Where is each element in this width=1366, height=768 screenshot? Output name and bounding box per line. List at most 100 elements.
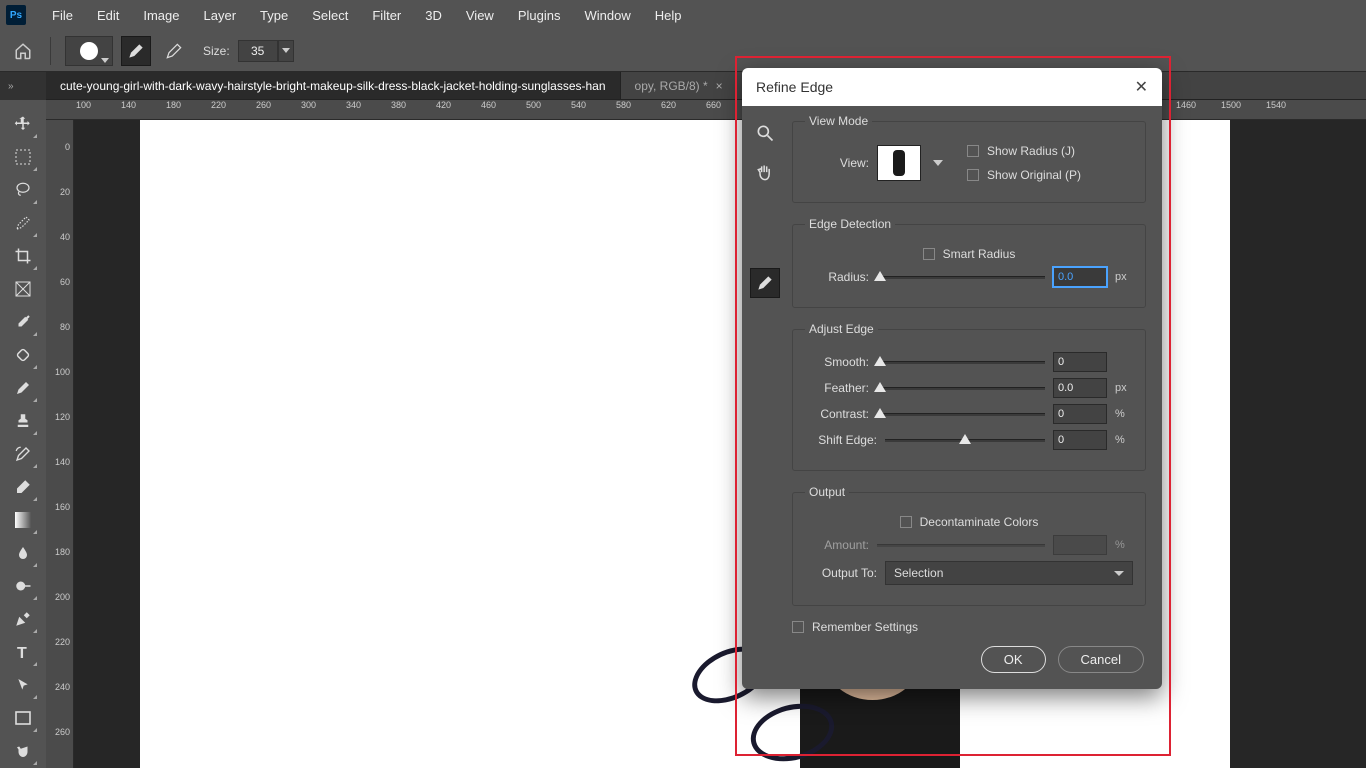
eyedropper-tool-icon[interactable] [7, 306, 39, 338]
edge-detection-group: Edge Detection Smart Radius Radius: px [792, 217, 1146, 308]
view-mode-legend: View Mode [805, 114, 872, 128]
ruler-horizontal[interactable]: 100 140 180 220 260 300 340 380 420 460 … [46, 100, 1366, 120]
tab-suffix: opy, RGB/8) * × [621, 72, 737, 99]
feather-label: Feather: [805, 381, 869, 395]
zoom-tool-icon[interactable] [750, 118, 780, 148]
adjust-edge-legend: Adjust Edge [805, 322, 878, 336]
shift-edge-label: Shift Edge: [805, 433, 877, 447]
menu-select[interactable]: Select [300, 4, 360, 27]
refine-brush-tool-icon[interactable] [750, 268, 780, 298]
remember-settings-label: Remember Settings [812, 620, 918, 634]
refine-add-brush-icon[interactable] [121, 36, 151, 66]
menu-3d[interactable]: 3D [413, 4, 454, 27]
panel-expand-handle[interactable]: » [0, 72, 46, 100]
rectangle-tool-icon[interactable] [7, 702, 39, 734]
lasso-tool-icon[interactable] [7, 174, 39, 206]
eraser-tool-icon[interactable] [7, 471, 39, 503]
tab-title: cute-young-girl-with-dark-wavy-hairstyle… [60, 79, 606, 93]
menu-file[interactable]: File [40, 4, 85, 27]
move-tool-icon[interactable] [7, 108, 39, 140]
frame-tool-icon[interactable] [7, 273, 39, 305]
menu-filter[interactable]: Filter [360, 4, 413, 27]
amount-slider [877, 537, 1045, 553]
history-brush-tool-icon[interactable] [7, 438, 39, 470]
smooth-input[interactable] [1053, 352, 1107, 372]
menu-view[interactable]: View [454, 4, 506, 27]
hand-tool-icon[interactable] [7, 735, 39, 767]
app-logo: Ps [6, 5, 26, 25]
blur-tool-icon[interactable] [7, 537, 39, 569]
show-original-checkbox[interactable] [967, 169, 979, 181]
feather-unit: px [1115, 382, 1133, 394]
menu-window[interactable]: Window [572, 4, 642, 27]
shift-edge-input[interactable] [1053, 430, 1107, 450]
svg-text:T: T [17, 645, 27, 660]
gradient-tool-icon[interactable] [7, 504, 39, 536]
dialog-toolstrip [742, 106, 788, 689]
radius-label: Radius: [805, 270, 869, 284]
feather-slider[interactable] [877, 380, 1045, 396]
path-select-tool-icon[interactable] [7, 669, 39, 701]
pen-tool-icon[interactable] [7, 603, 39, 635]
cancel-button[interactable]: Cancel [1058, 646, 1144, 673]
dialog-titlebar[interactable]: Refine Edge ✕ [742, 68, 1162, 106]
hand-tool-icon[interactable] [750, 158, 780, 188]
radius-unit: px [1115, 271, 1133, 283]
dialog-title: Refine Edge [756, 79, 833, 95]
adjust-edge-group: Adjust Edge Smooth: Feather: px Contrast… [792, 322, 1146, 471]
view-mode-group: View Mode View: Show Radius (J) Show Ori… [792, 114, 1146, 203]
edge-detection-legend: Edge Detection [805, 217, 895, 231]
output-legend: Output [805, 485, 849, 499]
brush-size-input[interactable] [238, 40, 278, 62]
menu-bar: Ps File Edit Image Layer Type Select Fil… [0, 0, 1366, 30]
close-tab-icon[interactable]: × [716, 79, 723, 93]
show-radius-label: Show Radius (J) [987, 144, 1075, 158]
remember-settings-checkbox[interactable] [792, 621, 804, 633]
dodge-tool-icon[interactable] [7, 570, 39, 602]
smart-radius-checkbox[interactable] [923, 248, 935, 260]
contrast-label: Contrast: [805, 407, 869, 421]
tab-active[interactable]: cute-young-girl-with-dark-wavy-hairstyle… [46, 72, 621, 99]
brush-size-dropdown[interactable] [278, 40, 294, 62]
menu-edit[interactable]: Edit [85, 4, 131, 27]
tool-panel: T [0, 100, 46, 768]
options-bar: Size: [0, 30, 1366, 72]
canvas-area[interactable] [74, 120, 1366, 768]
menu-layer[interactable]: Layer [192, 4, 249, 27]
ruler-vertical[interactable]: 0 20 40 60 80 100 120 140 160 180 200 22… [46, 120, 74, 768]
output-group: Output Decontaminate Colors Amount: % Ou… [792, 485, 1146, 606]
menu-type[interactable]: Type [248, 4, 300, 27]
radius-input[interactable] [1053, 267, 1107, 287]
smooth-label: Smooth: [805, 355, 869, 369]
crop-tool-icon[interactable] [7, 240, 39, 272]
contrast-input[interactable] [1053, 404, 1107, 424]
healing-tool-icon[interactable] [7, 339, 39, 371]
brush-tool-icon[interactable] [7, 372, 39, 404]
type-tool-icon[interactable]: T [7, 636, 39, 668]
close-icon[interactable]: ✕ [1135, 77, 1148, 97]
view-thumbnail[interactable] [877, 145, 921, 181]
home-icon[interactable] [10, 38, 36, 64]
show-radius-checkbox[interactable] [967, 145, 979, 157]
decontaminate-checkbox[interactable] [900, 516, 912, 528]
radius-slider[interactable] [877, 269, 1045, 285]
smooth-slider[interactable] [877, 354, 1045, 370]
brush-preset-picker[interactable] [65, 36, 113, 66]
smart-radius-label: Smart Radius [943, 247, 1016, 261]
view-dropdown-icon[interactable] [933, 160, 943, 166]
marquee-tool-icon[interactable] [7, 141, 39, 173]
shift-edge-slider[interactable] [885, 432, 1045, 448]
stamp-tool-icon[interactable] [7, 405, 39, 437]
amount-label: Amount: [805, 538, 869, 552]
refine-erase-brush-icon[interactable] [159, 36, 189, 66]
chevron-down-icon [1114, 571, 1124, 576]
menu-image[interactable]: Image [131, 4, 191, 27]
feather-input[interactable] [1053, 378, 1107, 398]
amount-input [1053, 535, 1107, 555]
ok-button[interactable]: OK [981, 646, 1046, 673]
menu-plugins[interactable]: Plugins [506, 4, 573, 27]
quick-select-tool-icon[interactable] [7, 207, 39, 239]
menu-help[interactable]: Help [643, 4, 694, 27]
output-to-select[interactable]: Selection [885, 561, 1133, 585]
contrast-slider[interactable] [877, 406, 1045, 422]
